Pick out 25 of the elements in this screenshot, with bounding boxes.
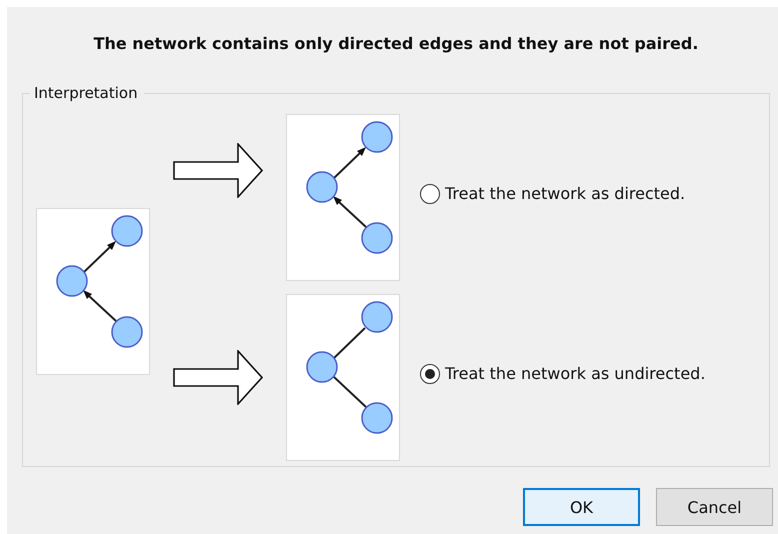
graph-node xyxy=(111,215,143,247)
graph-node xyxy=(306,171,338,203)
graph-edge xyxy=(333,376,367,408)
graph-node xyxy=(111,316,143,348)
radio-label[interactable]: Treat the network as undirected. xyxy=(445,364,706,383)
directed-edge xyxy=(333,147,366,179)
directed-edge xyxy=(83,241,116,273)
radio-label[interactable]: Treat the network as directed. xyxy=(445,184,686,203)
right-arrow-icon xyxy=(173,350,263,405)
dialog-message: The network contains only directed edges and they are not paired. xyxy=(92,33,700,55)
directed-edge xyxy=(333,196,367,228)
directed-edge xyxy=(83,290,117,322)
right-arrow-icon xyxy=(173,142,263,198)
graph-node xyxy=(361,222,393,254)
graph-node xyxy=(361,402,393,434)
cancel-button[interactable]: Cancel xyxy=(656,488,773,526)
radio-button[interactable] xyxy=(420,184,440,204)
group-legend: Interpretation xyxy=(30,84,144,102)
ok-button[interactable]: OK xyxy=(523,488,640,526)
graph-edge xyxy=(333,327,366,359)
radio-button[interactable] xyxy=(420,364,440,384)
graph-node xyxy=(361,301,393,333)
graph-node xyxy=(361,121,393,153)
graph-node xyxy=(56,265,88,297)
graph-node xyxy=(306,351,338,383)
